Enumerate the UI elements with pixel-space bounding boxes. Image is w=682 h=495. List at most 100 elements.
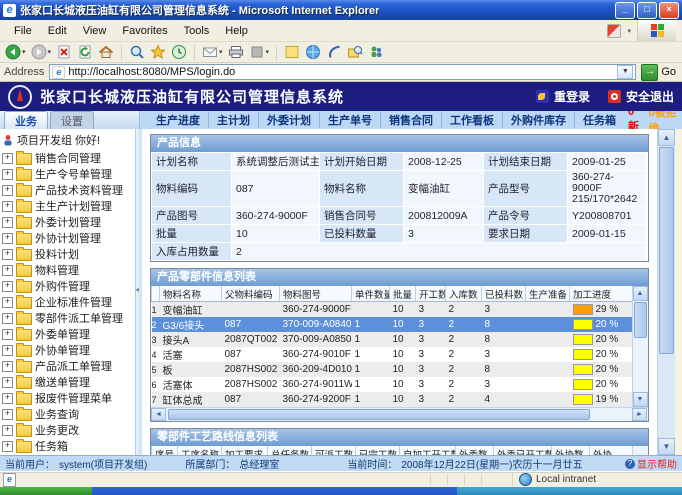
tree-folder-item[interactable]: + 主生产计划管理 — [0, 198, 135, 214]
top-menu-item[interactable]: 外委计划 — [258, 112, 319, 128]
messenger-button[interactable] — [368, 44, 384, 60]
address-dropdown-icon[interactable]: ▼ — [617, 65, 633, 79]
collapse-arrow-icon[interactable]: ◂ — [135, 285, 139, 294]
column-header[interactable]: 已投料数 — [482, 286, 526, 302]
top-menu-item[interactable]: 生产进度 — [148, 112, 208, 128]
tree-folder-item[interactable]: + 业务查询 — [0, 406, 135, 422]
tree-folder-item[interactable]: + 缴送单管理 — [0, 374, 135, 390]
tree-folder-item[interactable]: + 业务更改 — [0, 422, 135, 438]
expand-icon[interactable]: + — [2, 249, 13, 260]
table-row[interactable]: 7缸体总成087360-274-9200F11032419 % — [152, 392, 632, 407]
research-button[interactable] — [347, 44, 363, 60]
top-menu-item[interactable]: 任务箱 — [574, 112, 624, 128]
column-header[interactable]: 序号 — [152, 446, 178, 455]
table-row[interactable]: 2G3/6接头087370-009-A084011032820 % — [152, 317, 632, 332]
menu-item[interactable]: Favorites — [114, 23, 175, 39]
column-header[interactable]: 批量 — [390, 286, 416, 302]
expand-icon[interactable]: + — [2, 297, 13, 308]
top-menu-item[interactable]: 生产单号 — [319, 112, 380, 128]
route-vertical-scrollbar[interactable]: ▼ — [632, 446, 648, 455]
page-vertical-scrollbar[interactable]: ▲ ▼ — [657, 129, 675, 455]
column-header[interactable]: 父物料编码 — [222, 286, 280, 302]
minimize-button[interactable]: _ — [615, 2, 635, 19]
tree-folder-item[interactable]: + 外协计划管理 — [0, 230, 135, 246]
show-help-link[interactable]: ?显示帮助 — [625, 456, 677, 471]
logout-button[interactable]: 安全退出 — [608, 88, 674, 105]
expand-icon[interactable]: + — [2, 409, 13, 420]
column-header[interactable]: 入库数 — [446, 286, 482, 302]
tree-folder-item[interactable]: + 任务箱 — [0, 438, 135, 454]
expand-icon[interactable]: + — [2, 233, 13, 244]
scroll-down-icon[interactable]: ▼ — [658, 438, 675, 455]
expand-icon[interactable]: + — [2, 393, 13, 404]
menu-item[interactable]: Edit — [40, 23, 75, 39]
sidebar-splitter[interactable]: ◂ — [136, 129, 142, 455]
scroll-up-icon[interactable]: ▲ — [658, 129, 675, 146]
tree-folder-item[interactable]: + 产品派工单管理 — [0, 358, 135, 374]
tree-folder-item[interactable]: + 外委计划管理 — [0, 214, 135, 230]
expand-icon[interactable]: + — [2, 201, 13, 212]
tree-folder-item[interactable]: + 产品技术资料管理 — [0, 182, 135, 198]
address-input[interactable]: e http://localhost:8080/MPS/login.do ▼ — [49, 64, 636, 80]
menu-item[interactable]: File — [6, 23, 40, 39]
column-header[interactable]: 加工进度 — [570, 286, 632, 302]
column-header[interactable]: 单件数量 — [352, 286, 390, 302]
column-header[interactable]: 物料图号 — [280, 286, 352, 302]
tree-folder-item[interactable]: + 零部件派工单管理 — [0, 310, 135, 326]
tab-business[interactable]: 业务 — [4, 111, 48, 129]
tree-folder-item[interactable]: + 外委单管理 — [0, 326, 135, 342]
top-menu-item[interactable]: 工作看板 — [441, 112, 502, 128]
column-header[interactable]: 外协数 — [552, 446, 590, 455]
expand-icon[interactable]: + — [2, 313, 13, 324]
table-row[interactable]: 5板2087HS002360-209-4D01011032820 % — [152, 362, 632, 377]
column-header[interactable]: 总任务数 — [268, 446, 312, 455]
expand-icon[interactable]: + — [2, 425, 13, 436]
column-header[interactable]: 外委已开工数 — [494, 446, 552, 455]
column-header[interactable]: 开工数 — [416, 286, 446, 302]
menu-item[interactable]: Tools — [176, 23, 218, 39]
tree-folder-item[interactable]: + 生产令号单管理 — [0, 166, 135, 182]
expand-icon[interactable]: + — [2, 441, 13, 452]
parts-vertical-scrollbar[interactable]: ▲▼ — [632, 286, 648, 407]
column-header[interactable]: 已完工数 — [356, 446, 400, 455]
back-button[interactable]: ▾ — [5, 44, 26, 60]
print-button[interactable] — [228, 44, 244, 60]
edit-button[interactable]: ▾ — [249, 44, 270, 60]
search-button[interactable] — [129, 44, 145, 60]
scroll-thumb[interactable] — [659, 147, 674, 354]
expand-icon[interactable]: + — [2, 169, 13, 180]
refresh-button[interactable] — [77, 44, 93, 60]
scroll-right-icon[interactable]: ► — [632, 408, 647, 421]
tree-folder-item[interactable]: + 报废件管理菜单 — [0, 390, 135, 406]
close-button[interactable]: × — [659, 2, 679, 19]
expand-icon[interactable]: + — [2, 345, 13, 356]
table-row[interactable]: 6活塞体2087HS002360-274-9011W11032320 % — [152, 377, 632, 392]
expand-icon[interactable]: + — [2, 153, 13, 164]
tab-settings[interactable]: 设置 — [50, 111, 94, 129]
scroll-left-icon[interactable]: ◄ — [151, 408, 166, 421]
column-header[interactable]: 工序名称 — [178, 446, 222, 455]
table-row[interactable]: 1变幅油缸360-274-9000F1032329 % — [152, 302, 632, 318]
column-header[interactable]: 可派工数 — [312, 446, 356, 455]
scroll-thumb[interactable] — [634, 302, 647, 338]
history-button[interactable] — [171, 44, 187, 60]
home-button[interactable] — [98, 44, 114, 60]
expand-icon[interactable]: + — [2, 217, 13, 228]
tree-folder-item[interactable]: + 物料管理 — [0, 262, 135, 278]
menu-item[interactable]: Help — [217, 23, 256, 39]
expand-icon[interactable]: + — [2, 265, 13, 276]
tree-folder-item[interactable]: + 销售合同管理 — [0, 150, 135, 166]
top-menu-item[interactable]: 销售合同 — [380, 112, 441, 128]
favorites-button[interactable] — [150, 44, 166, 60]
column-header[interactable]: 生产准备 — [526, 286, 570, 302]
tree-folder-item[interactable]: + 外协单管理 — [0, 342, 135, 358]
column-header[interactable]: 外委数 — [456, 446, 494, 455]
parts-horizontal-scrollbar[interactable]: ◄► — [151, 407, 648, 421]
expand-icon[interactable]: + — [2, 329, 13, 340]
forward-button[interactable]: ▾ — [31, 44, 52, 60]
expand-icon[interactable]: + — [2, 361, 13, 372]
column-header[interactable]: 加工要求 — [222, 446, 268, 455]
column-header[interactable]: 自加工开工数 — [400, 446, 456, 455]
media-button[interactable] — [326, 44, 342, 60]
column-header[interactable]: 物料名称 — [160, 286, 222, 302]
